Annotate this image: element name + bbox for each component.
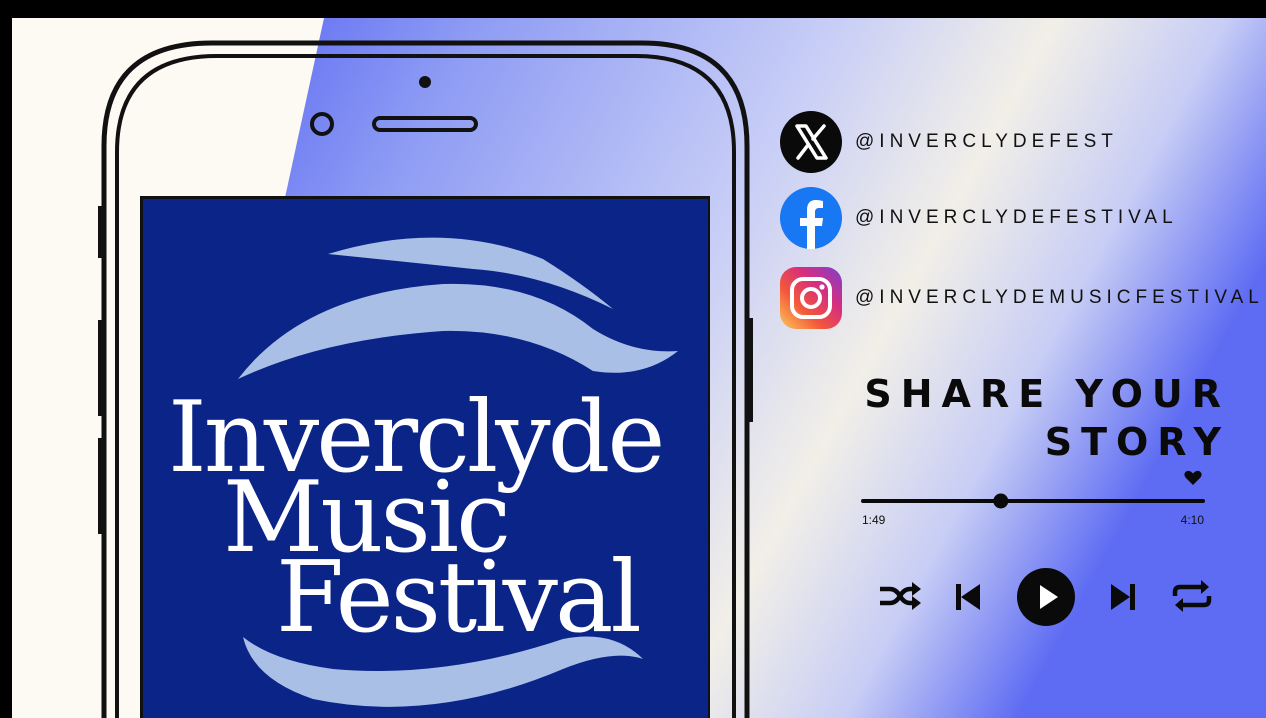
headline-line-1: SHARE YOUR bbox=[864, 372, 1230, 416]
promo-graphic: Inverclyde Music Festival @INVERCLYDEFES… bbox=[12, 18, 1266, 718]
social-instagram[interactable]: @INVERCLYDEMUSICFESTIVAL bbox=[779, 266, 1264, 330]
previous-icon[interactable] bbox=[955, 583, 981, 611]
letterbox-frame: Inverclyde Music Festival @INVERCLYDEFES… bbox=[0, 0, 1266, 718]
next-icon[interactable] bbox=[1110, 583, 1136, 611]
progress-track bbox=[861, 499, 1205, 503]
progress-thumb bbox=[993, 493, 1009, 509]
headline-line-2: STORY bbox=[1044, 420, 1230, 464]
repeat-icon[interactable] bbox=[1171, 580, 1213, 612]
instagram-handle: @INVERCLYDEMUSICFESTIVAL bbox=[855, 287, 1264, 308]
shuffle-icon[interactable] bbox=[878, 581, 922, 611]
elapsed-time: 1:49 bbox=[862, 513, 886, 527]
play-icon[interactable] bbox=[1016, 567, 1076, 627]
facebook-logo-icon bbox=[780, 187, 842, 249]
festival-logo: Inverclyde Music Festival bbox=[143, 199, 708, 718]
heart-icon[interactable] bbox=[1184, 470, 1202, 486]
facebook-handle: @INVERCLYDEFESTIVAL bbox=[855, 207, 1178, 228]
x-handle: @INVERCLYDEFEST bbox=[855, 131, 1118, 152]
progress-bar[interactable] bbox=[860, 493, 1208, 509]
x-logo-icon bbox=[780, 111, 842, 173]
instagram-logo-icon bbox=[780, 267, 842, 329]
social-facebook[interactable]: @INVERCLYDEFESTIVAL bbox=[779, 186, 1178, 250]
logo-line-3: Festival bbox=[276, 541, 642, 655]
social-x[interactable]: @INVERCLYDEFEST bbox=[779, 110, 1118, 174]
music-player: 1:49 4:10 bbox=[860, 463, 1213, 626]
total-time: 4:10 bbox=[1180, 513, 1204, 527]
